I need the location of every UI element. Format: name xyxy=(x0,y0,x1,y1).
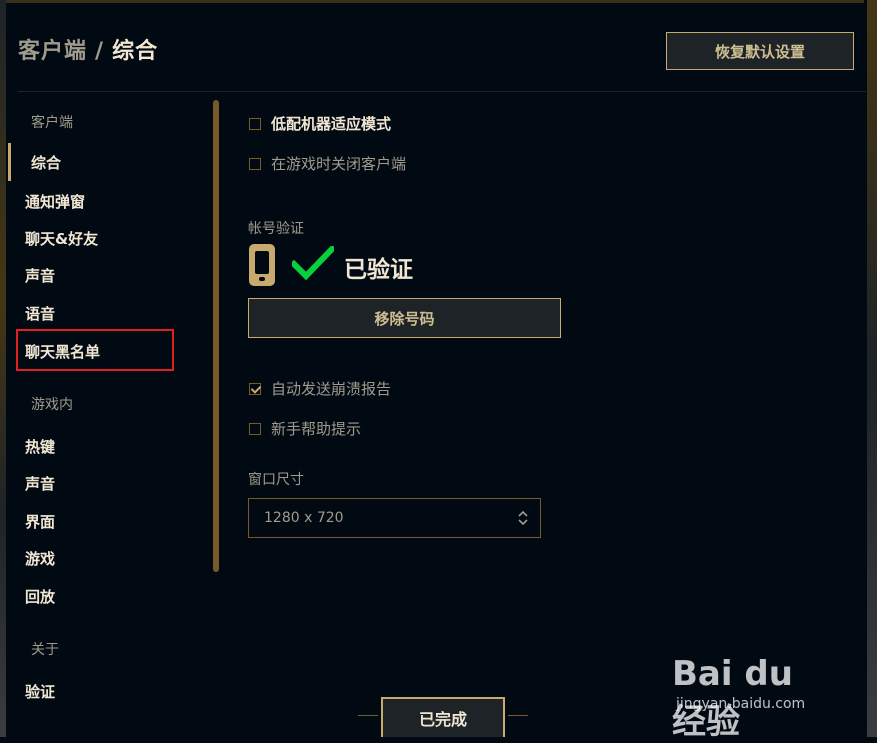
sidebar-item-voice[interactable]: 语音 xyxy=(25,303,55,324)
page-title: 客户端 / 综合 xyxy=(18,33,158,65)
sidebar-heading-about: 关于 xyxy=(31,642,59,658)
sidebar-heading-ingame: 游戏内 xyxy=(31,397,73,413)
sidebar-item-ingame-sound[interactable]: 声音 xyxy=(25,473,55,494)
window-top-border xyxy=(6,0,864,3)
watermark-url: jingyan.baidu.com xyxy=(676,696,806,712)
sidebar-heading-client: 客户端 xyxy=(31,115,73,131)
verified-status: 已验证 xyxy=(344,257,413,283)
done-button-ornament-left xyxy=(358,715,378,716)
new-player-tips-option[interactable]: 新手帮助提示 xyxy=(249,418,361,439)
breadcrumb-current: 综合 xyxy=(112,39,159,64)
breadcrumb-separator: / xyxy=(95,39,105,64)
account-verify-label: 帐号验证 xyxy=(248,221,304,237)
sidebar-item-general[interactable]: 综合 xyxy=(31,152,61,173)
window-size-value: 1280 x 720 xyxy=(264,510,344,526)
checkbox-icon[interactable] xyxy=(249,382,261,395)
window-size-label: 窗口尺寸 xyxy=(248,472,304,488)
highlight-box xyxy=(16,329,174,371)
sidebar-item-hotkeys[interactable]: 热键 xyxy=(25,436,55,457)
done-button-ornament-right xyxy=(508,715,528,716)
new-player-tips-label: 新手帮助提示 xyxy=(271,420,362,438)
low-spec-mode-label: 低配机器适应模式 xyxy=(271,115,392,133)
checkbox-icon[interactable] xyxy=(249,422,261,435)
baidu-watermark: Bai du 经验 jingyan.baidu.com xyxy=(672,640,832,742)
sidebar-item-client-sound[interactable]: 声音 xyxy=(25,265,55,286)
select-arrows-icon xyxy=(518,510,528,526)
breadcrumb-parent: 客户端 xyxy=(18,39,88,64)
close-client-in-game-label: 在游戏时关闭客户端 xyxy=(271,155,407,173)
done-button[interactable]: 已完成 xyxy=(381,697,505,737)
header-divider xyxy=(18,91,866,92)
checkbox-icon[interactable] xyxy=(249,157,261,170)
sidebar-active-indicator xyxy=(8,143,11,181)
settings-window: 客户端 / 综合 恢复默认设置 客户端 综合 通知弹窗 聊天&好友 声音 语音 聊天… xyxy=(0,0,877,742)
sidebar-item-notifications[interactable]: 通知弹窗 xyxy=(25,191,85,212)
sidebar-item-chat-friends[interactable]: 聊天&好友 xyxy=(25,228,98,249)
sidebar-item-verification[interactable]: 验证 xyxy=(25,681,55,702)
close-client-in-game-option[interactable]: 在游戏时关闭客户端 xyxy=(249,153,406,174)
remove-number-button[interactable]: 移除号码 xyxy=(248,298,561,338)
checkbox-icon[interactable] xyxy=(249,117,261,130)
sidebar-item-interface[interactable]: 界面 xyxy=(25,511,55,532)
phone-icon xyxy=(249,244,275,286)
check-icon xyxy=(292,246,334,280)
auto-crash-report-label: 自动发送崩溃报告 xyxy=(271,380,392,398)
window-right-border xyxy=(867,0,877,737)
low-spec-mode-option[interactable]: 低配机器适应模式 xyxy=(249,113,391,134)
window-size-select[interactable]: 1280 x 720 xyxy=(248,498,541,538)
sidebar-item-game[interactable]: 游戏 xyxy=(25,548,55,569)
sidebar-item-replays[interactable]: 回放 xyxy=(25,586,55,607)
window-left-border xyxy=(0,0,6,737)
auto-crash-report-option[interactable]: 自动发送崩溃报告 xyxy=(249,378,391,399)
reset-defaults-button[interactable]: 恢复默认设置 xyxy=(666,32,854,70)
sidebar-scrollbar[interactable] xyxy=(213,100,219,572)
